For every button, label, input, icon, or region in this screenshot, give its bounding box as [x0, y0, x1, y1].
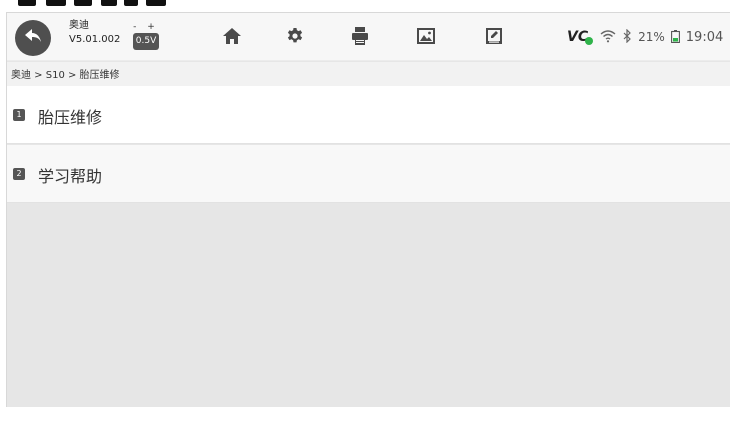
voltage-value: 0.5V — [133, 33, 159, 50]
image-icon — [416, 27, 436, 49]
software-version: V5.01.002 — [69, 34, 121, 45]
app-window: 奥迪 V5.01.002 - + 0.5V VC 21% 19:04 奥迪 > … — [6, 12, 730, 407]
item-index-badge: 2 — [13, 168, 25, 180]
status-bar: VC 21% 19:04 — [567, 27, 723, 47]
battery-percent: 21% — [638, 30, 665, 44]
breadcrumb: 奥迪 > S10 > 胎压维修 — [11, 70, 120, 81]
bluetooth-icon — [622, 28, 632, 47]
wifi-icon — [600, 28, 616, 47]
vci-status: VC — [567, 29, 594, 45]
cropped-top-edge — [0, 0, 730, 12]
top-toolbar: 奥迪 V5.01.002 - + 0.5V VC 21% 19:04 — [7, 13, 730, 61]
item-label: 胎压维修 — [38, 108, 103, 127]
item-index-badge: 1 — [13, 109, 25, 121]
back-arrow-icon — [23, 27, 43, 49]
gallery-button[interactable] — [413, 25, 439, 51]
home-button[interactable] — [219, 25, 245, 51]
home-icon — [222, 27, 242, 49]
vehicle-info: 奥迪 V5.01.002 — [69, 20, 139, 46]
clock: 19:04 — [685, 29, 724, 45]
battery-icon — [670, 28, 680, 47]
list-item-tpms-repair[interactable]: 1 胎压维修 — [7, 86, 730, 144]
vehicle-make: 奥迪 — [69, 20, 89, 31]
vci-connected-indicator — [585, 37, 594, 45]
battery-terminals: - + — [133, 22, 159, 32]
battery-voltage-indicator: - + 0.5V — [133, 23, 159, 53]
settings-button[interactable] — [282, 25, 308, 51]
breadcrumb-bar: 奥迪 > S10 > 胎压维修 — [7, 62, 730, 86]
back-button[interactable] — [15, 20, 51, 56]
list-item-learning-help[interactable]: 2 学习帮助 — [7, 145, 730, 203]
feedback-button[interactable] — [481, 25, 507, 51]
printer-icon — [351, 26, 369, 50]
item-label: 学习帮助 — [38, 167, 103, 186]
edit-icon — [485, 27, 503, 49]
gear-icon — [286, 27, 304, 49]
print-button[interactable] — [347, 25, 373, 51]
